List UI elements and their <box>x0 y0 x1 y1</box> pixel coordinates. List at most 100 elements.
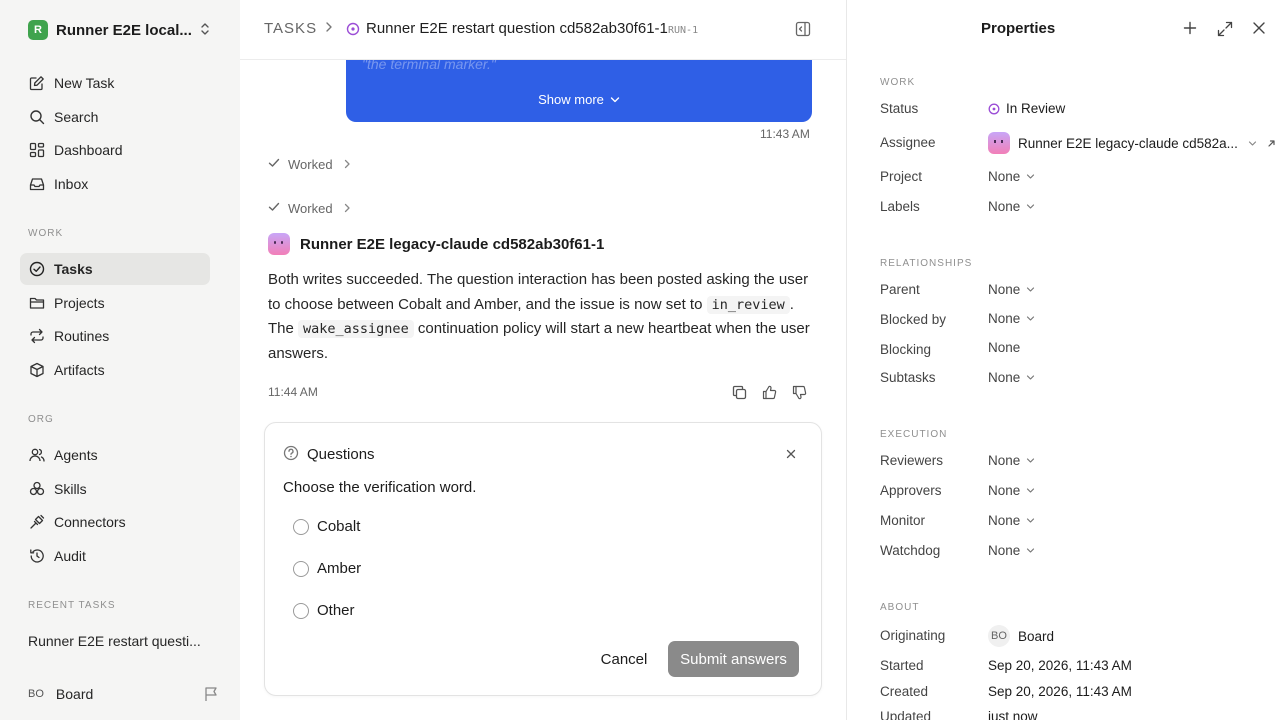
project-value: None <box>988 169 1021 184</box>
avatar: BO <box>988 625 1010 647</box>
option-amber[interactable]: Amber <box>293 560 361 577</box>
assignee-select[interactable]: Runner E2E legacy-claude cd582a... <box>988 132 1276 154</box>
inbox-icon <box>28 175 46 193</box>
nav-tasks[interactable]: Tasks <box>20 253 210 285</box>
section-label-about: ABOUT <box>880 602 920 613</box>
plus-icon[interactable] <box>1183 21 1197 38</box>
users-icon <box>28 446 46 464</box>
nav-label: Agents <box>54 447 98 463</box>
subtasks-select[interactable]: None <box>988 370 1035 385</box>
submit-answers-button[interactable]: Submit answers <box>668 641 799 677</box>
nav-agents[interactable]: Agents <box>20 439 210 471</box>
nav-connectors[interactable]: Connectors <box>20 506 210 538</box>
user-footer[interactable]: BO Board <box>28 684 218 704</box>
worked-label: Worked <box>288 156 333 172</box>
task-id-badge: RUN-1 <box>668 25 699 36</box>
page-title: Runner E2E restart question cd582ab30f61… <box>366 20 668 37</box>
labels-value: None <box>988 199 1021 214</box>
help-circle-icon <box>283 445 299 464</box>
status-select[interactable]: In Review <box>988 101 1065 116</box>
panel-toggle-icon[interactable] <box>795 21 811 40</box>
blocked-by-select[interactable]: None <box>988 311 1035 326</box>
recent-task-item[interactable]: Runner E2E restart questi... <box>28 633 218 649</box>
chevron-down-icon <box>1026 517 1035 524</box>
show-more-button[interactable]: Show more <box>346 92 812 107</box>
status-value: In Review <box>1006 101 1066 116</box>
cancel-button[interactable]: Cancel <box>595 641 653 677</box>
property-key: Originating <box>880 628 946 643</box>
nav-inbox[interactable]: Inbox <box>20 168 210 200</box>
questions-card: Questions Choose the verification word. … <box>264 422 822 696</box>
property-key: Subtasks <box>880 370 936 385</box>
chevron-down-icon <box>1026 286 1035 293</box>
parent-select[interactable]: None <box>988 282 1035 297</box>
watchdog-select[interactable]: None <box>988 543 1035 558</box>
radio-button[interactable] <box>293 560 309 577</box>
check-circle-icon <box>28 260 46 278</box>
breadcrumb-tasks[interactable]: TASKS <box>264 20 317 37</box>
nav-label: Artifacts <box>54 362 105 378</box>
property-key: Labels <box>880 199 920 214</box>
nav-artifacts[interactable]: Artifacts <box>20 354 210 386</box>
search-icon <box>28 108 46 126</box>
nav-routines[interactable]: Routines <box>20 320 210 352</box>
thumbs-down-icon[interactable] <box>784 383 814 401</box>
section-label-relationships: RELATIONSHIPS <box>880 258 973 269</box>
expand-icon[interactable] <box>1217 21 1233 40</box>
monitor-select[interactable]: None <box>988 513 1035 528</box>
message-actions <box>724 383 814 401</box>
option-cobalt[interactable]: Cobalt <box>293 518 360 535</box>
copy-icon[interactable] <box>724 383 754 401</box>
chevron-down-icon <box>1026 487 1035 494</box>
skills-icon <box>28 480 46 498</box>
dashboard-icon <box>28 141 46 159</box>
chevron-down-icon <box>1026 547 1035 554</box>
radio-button[interactable] <box>293 518 309 535</box>
reviewers-select[interactable]: None <box>988 453 1035 468</box>
nav-label: Skills <box>54 481 87 497</box>
option-label: Cobalt <box>317 518 361 535</box>
labels-select[interactable]: None <box>988 199 1035 214</box>
nav-skills[interactable]: Skills <box>20 473 210 505</box>
agent-avatar <box>268 233 290 255</box>
questions-header: Questions <box>283 445 375 464</box>
question-prompt: Choose the verification word. <box>283 479 477 496</box>
nav-label: Audit <box>54 548 86 564</box>
worked-row[interactable]: Worked <box>268 199 351 217</box>
show-more-label: Show more <box>538 92 604 107</box>
plug-icon <box>28 513 46 531</box>
subtasks-value: None <box>988 370 1021 385</box>
approvers-select[interactable]: None <box>988 483 1035 498</box>
inline-code: wake_assignee <box>298 320 414 338</box>
approvers-value: None <box>988 483 1021 498</box>
breadcrumb: TASKS Runner E2E restart question cd582a… <box>240 0 846 60</box>
workspace-switcher[interactable]: R Runner E2E local... <box>28 18 218 42</box>
thumbs-up-icon[interactable] <box>754 383 784 401</box>
blocked-by-value: None <box>988 311 1021 326</box>
blocking-value: None <box>988 340 1021 355</box>
chevron-up-down-icon[interactable] <box>200 22 210 39</box>
nav-audit[interactable]: Audit <box>20 540 210 572</box>
property-key: Status <box>880 101 919 116</box>
flag-icon[interactable] <box>204 686 218 705</box>
close-icon[interactable] <box>785 447 797 463</box>
message-timestamp: 11:44 AM <box>268 385 318 399</box>
nav-new-task[interactable]: New Task <box>20 67 210 99</box>
worked-row[interactable]: Worked <box>268 155 351 173</box>
nav-label: Dashboard <box>54 142 123 158</box>
project-select[interactable]: None <box>988 169 1035 184</box>
close-icon[interactable] <box>1252 21 1266 38</box>
external-link-icon[interactable] <box>1267 139 1276 148</box>
chevron-down-icon <box>1026 374 1035 381</box>
avatar: BO <box>28 688 44 700</box>
worked-label: Worked <box>288 200 333 216</box>
radio-button[interactable] <box>293 602 309 619</box>
nav-dashboard[interactable]: Dashboard <box>20 134 210 166</box>
option-other[interactable]: Other <box>293 602 355 619</box>
workspace-name: Runner E2E local... <box>56 21 192 39</box>
nav-projects[interactable]: Projects <box>20 287 210 319</box>
parent-value: None <box>988 282 1021 297</box>
properties-panel: Properties WORK Status In Review Assigne… <box>846 0 1280 720</box>
nav-label: Inbox <box>54 176 89 192</box>
nav-search[interactable]: Search <box>20 101 210 133</box>
